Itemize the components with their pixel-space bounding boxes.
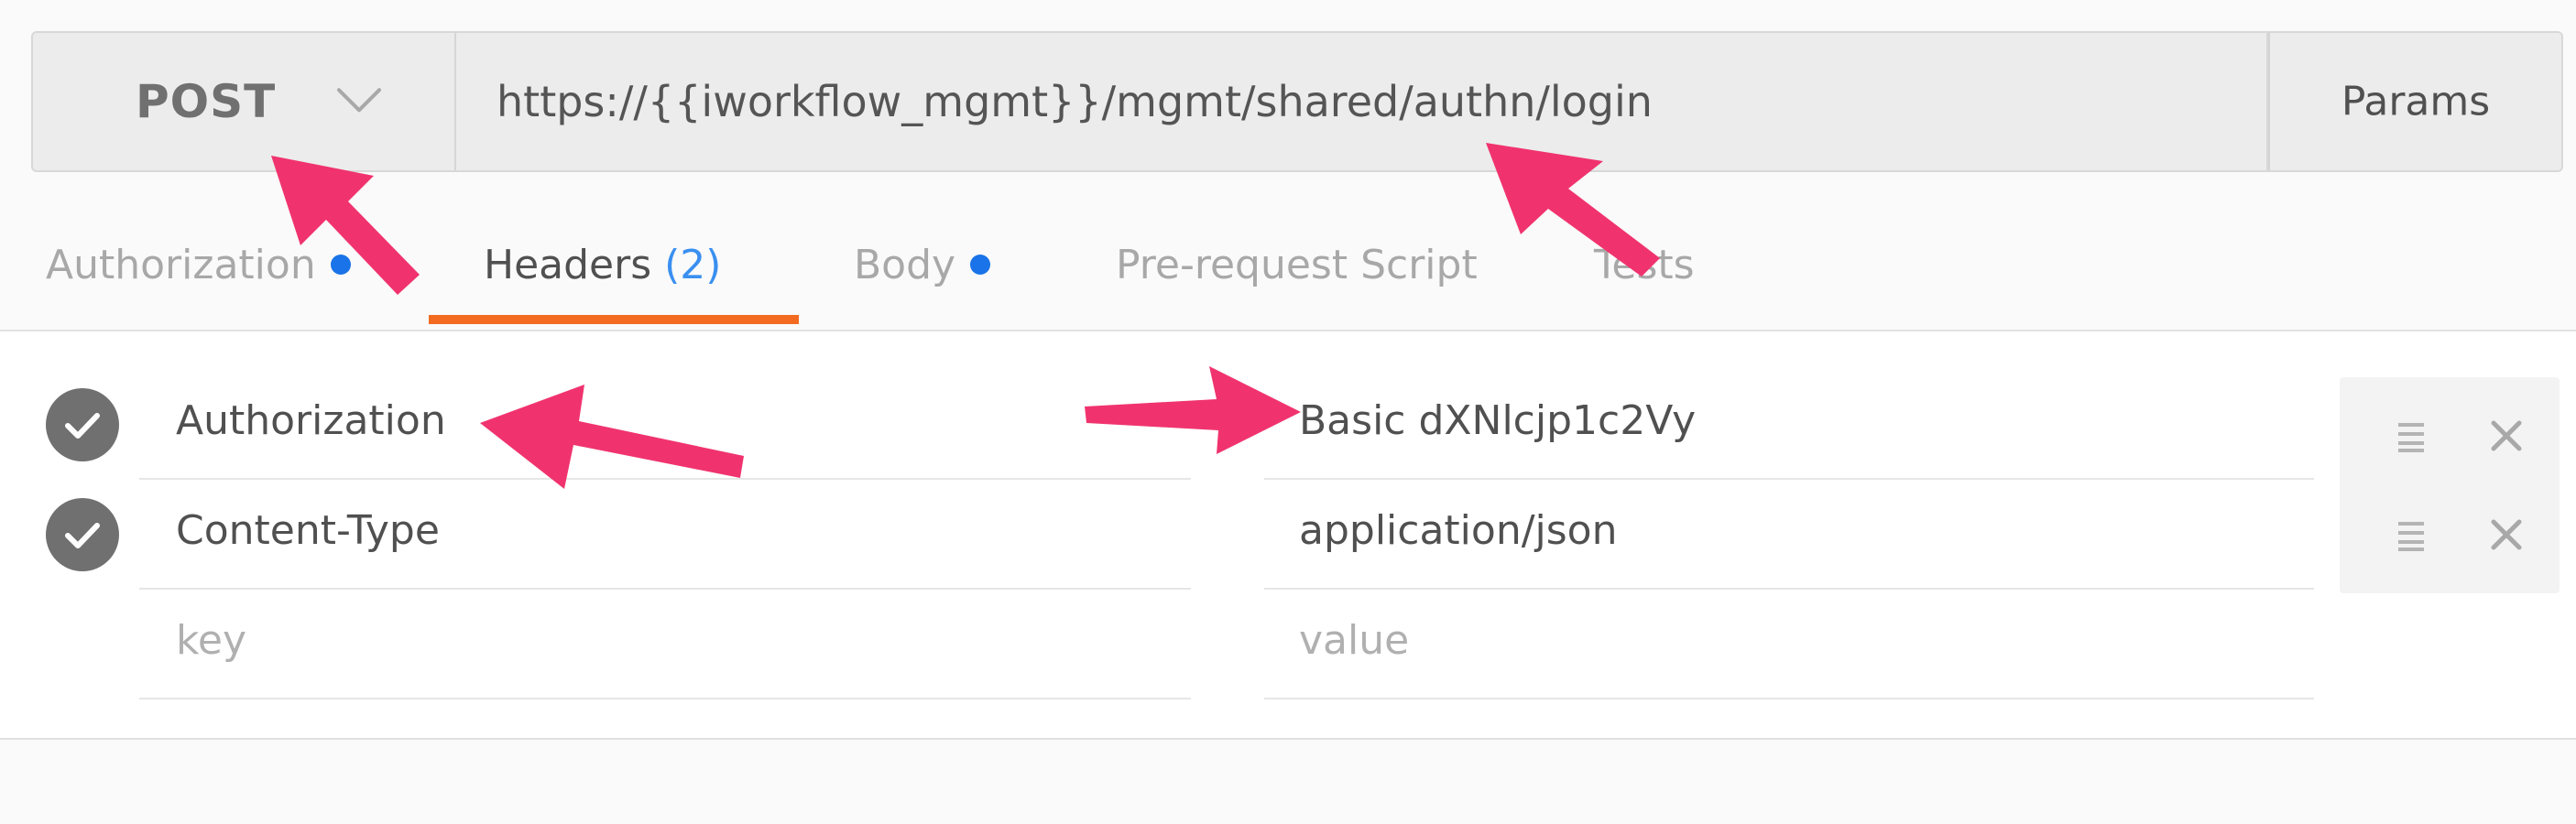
bottom-divider <box>0 738 2576 740</box>
modified-dot-icon <box>970 255 991 275</box>
method-dropdown[interactable]: POST <box>31 31 454 172</box>
new-header-key-input[interactable]: key <box>176 617 246 664</box>
row-divider <box>1264 698 2314 699</box>
header-value-input[interactable]: Basic dXNlcjp1c2Vy <box>1299 397 1696 444</box>
hamburger-icon[interactable] <box>2391 515 2431 555</box>
params-label: Params <box>2341 78 2491 125</box>
new-header-value-input[interactable]: value <box>1299 617 1409 664</box>
tab-body[interactable]: Body <box>854 236 991 295</box>
tab-tests-label: Tests <box>1594 242 1695 288</box>
close-icon[interactable] <box>2486 515 2527 555</box>
url-text: https://{{iworkflow_mgmt}}/mgmt/shared/a… <box>497 77 1653 126</box>
row-divider <box>1264 588 2314 590</box>
tab-tests[interactable]: Tests <box>1594 236 1695 295</box>
active-tab-indicator <box>429 315 799 324</box>
modified-dot-icon <box>330 255 351 275</box>
header-key-input[interactable]: Authorization <box>176 397 446 444</box>
params-button[interactable]: Params <box>2268 31 2563 172</box>
hamburger-icon[interactable] <box>2391 416 2431 456</box>
row-divider <box>139 478 1191 480</box>
tab-pre-request-script[interactable]: Pre-request Script <box>1116 236 1478 295</box>
close-icon[interactable] <box>2486 416 2527 456</box>
header-key-input[interactable]: Content-Type <box>176 507 440 554</box>
chevron-down-icon <box>337 88 381 113</box>
check-circle-icon[interactable] <box>46 388 119 461</box>
tab-headers-label: Headers <box>484 242 652 288</box>
url-input[interactable]: https://{{iworkflow_mgmt}}/mgmt/shared/a… <box>454 31 2268 172</box>
row-actions <box>2340 476 2560 593</box>
method-label: POST <box>136 75 277 128</box>
header-value-input[interactable]: application/json <box>1299 507 1618 554</box>
tab-body-label: Body <box>854 242 956 288</box>
row-divider <box>1264 478 2314 480</box>
tab-pre-request-script-label: Pre-request Script <box>1116 242 1478 288</box>
request-editor: POST https://{{iworkflow_mgmt}}/mgmt/sha… <box>0 0 2576 824</box>
row-divider <box>139 698 1191 699</box>
row-divider <box>139 588 1191 590</box>
check-circle-icon[interactable] <box>46 498 119 571</box>
tab-authorization[interactable]: Authorization <box>46 236 351 295</box>
tab-headers[interactable]: Headers (2) <box>484 236 721 295</box>
tab-headers-count: (2) <box>664 242 722 288</box>
tab-authorization-label: Authorization <box>46 242 316 288</box>
